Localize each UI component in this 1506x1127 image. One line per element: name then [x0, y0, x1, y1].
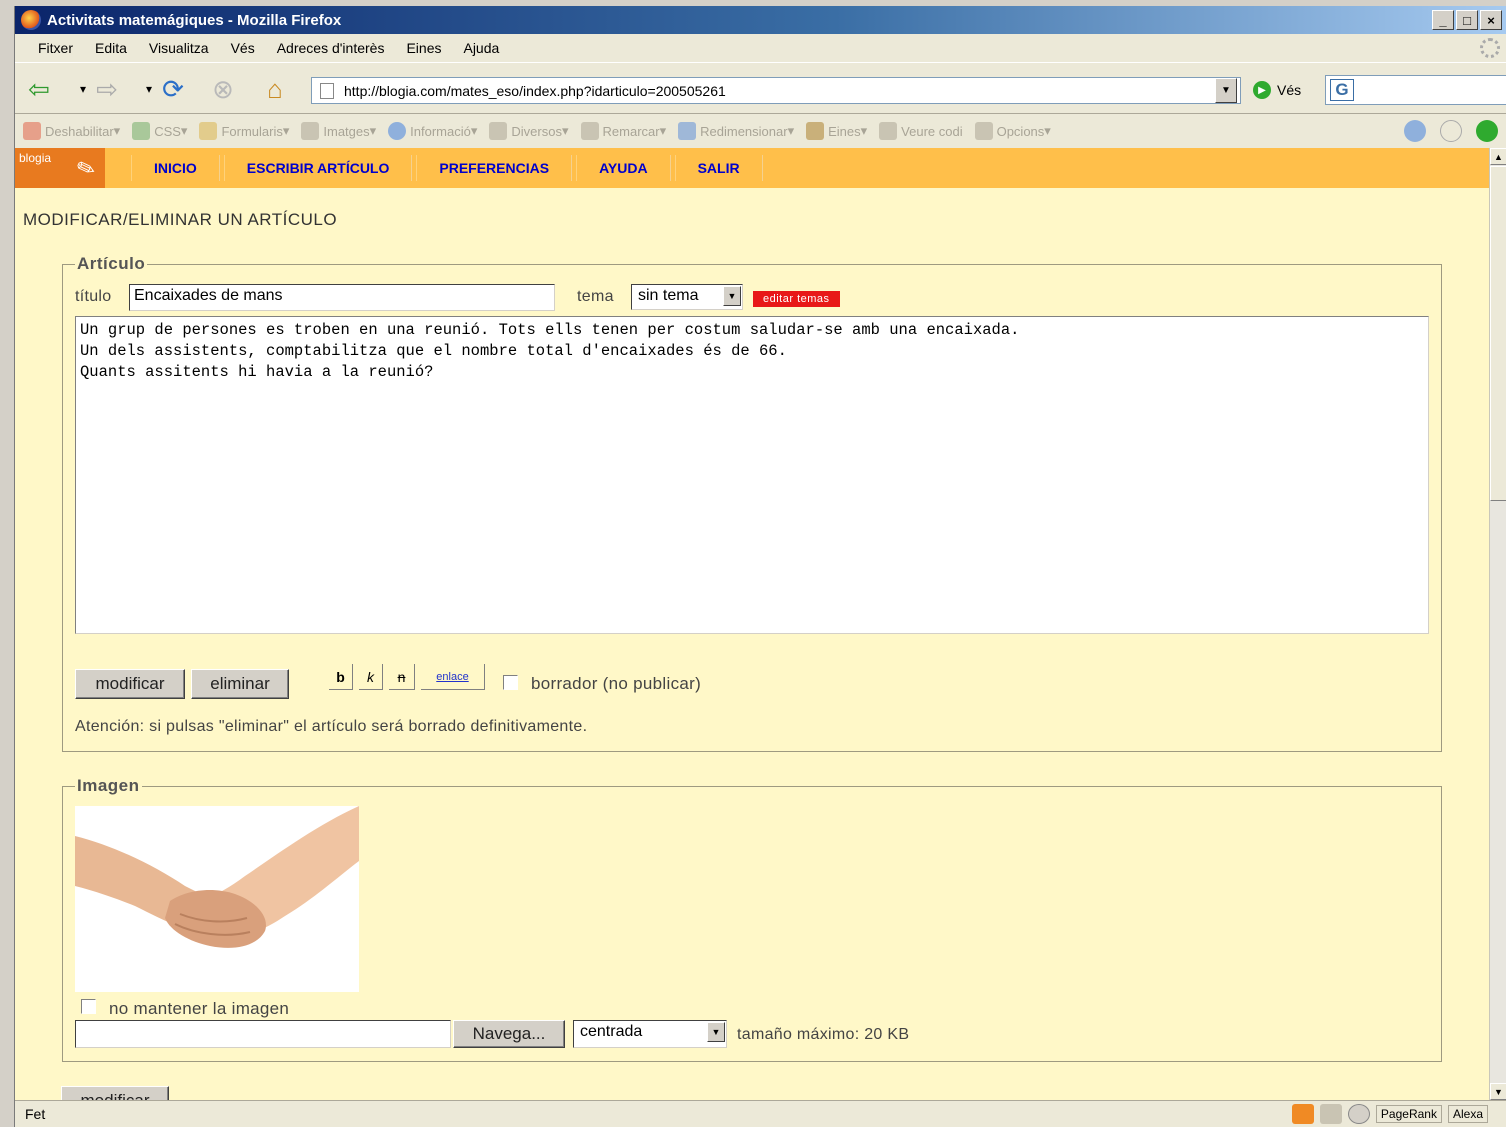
pen-icon: ✎ [73, 153, 99, 184]
browse-button[interactable]: Navega... [453, 1020, 565, 1048]
stop-icon[interactable]: ⊗ [207, 73, 239, 105]
devbar-imatges[interactable]: Imatges ▾ [301, 122, 376, 140]
alexa-badge[interactable]: Alexa [1447, 1105, 1488, 1123]
draft-checkbox[interactable] [503, 675, 518, 690]
google-search-field[interactable]: G [1325, 75, 1506, 105]
validate-icon[interactable] [1404, 120, 1426, 142]
strike-button[interactable]: n [389, 664, 415, 690]
go-label: Vés [1277, 82, 1302, 98]
menu-ajuda[interactable]: Ajuda [452, 40, 510, 56]
browser-window: Activitats matemágiques - Mozilla Firefo… [14, 6, 1506, 1127]
extension-icon[interactable] [1319, 1104, 1342, 1124]
window-title: Activitats matemágiques - Mozilla Firefo… [47, 11, 342, 29]
scroll-down-icon[interactable]: ▼ [1490, 1083, 1506, 1100]
page-content: blogia ✎ INICIO ESCRIBIR ARTÍCULO PREFER… [15, 148, 1489, 1100]
nav-salir[interactable]: SALIR [674, 155, 763, 181]
window-controls: _ □ × [1432, 10, 1502, 30]
page-title: MODIFICAR/ELIMINAR UN ARTÍCULO [23, 210, 338, 229]
ok-icon[interactable] [1476, 120, 1498, 142]
menu-visualitza[interactable]: Visualitza [138, 40, 220, 56]
max-size-label: tamaño máximo: 20 KB [737, 1026, 910, 1043]
modify-button[interactable]: modificar [75, 669, 185, 699]
menu-bar: Fitxer Edita Visualitza Vés Adreces d'in… [15, 34, 1506, 62]
nav-inicio[interactable]: INICIO [131, 155, 220, 181]
link-button[interactable]: enlace [421, 664, 485, 690]
blogia-logo[interactable]: blogia ✎ [15, 148, 105, 188]
menu-edita[interactable]: Edita [84, 40, 138, 56]
google-icon: G [1330, 79, 1354, 101]
pagerank-badge[interactable]: PageRank [1375, 1105, 1442, 1123]
menu-adreces[interactable]: Adreces d'interès [266, 40, 396, 56]
keep-image-checkbox[interactable] [81, 999, 96, 1014]
forward-icon[interactable]: ⇨ [91, 73, 123, 105]
devbar-redimensionar[interactable]: Redimensionar ▾ [678, 122, 794, 140]
devbar-status-icons [1404, 120, 1498, 142]
nav-ayuda[interactable]: AYUDA [576, 155, 671, 181]
menu-eines[interactable]: Eines [395, 40, 452, 56]
scroll-up-icon[interactable]: ▲ [1490, 148, 1506, 165]
delete-button[interactable]: eliminar [191, 669, 289, 699]
back-icon[interactable]: ⇦ [23, 73, 55, 105]
url-dropdown-icon[interactable]: ▼ [1215, 78, 1237, 103]
tema-label: tema [577, 288, 614, 305]
throbber-icon [1480, 38, 1500, 58]
status-icons: PageRank Alexa [1291, 1104, 1488, 1124]
menu-ves[interactable]: Vés [220, 40, 266, 56]
devbar-veure-codi[interactable]: Veure codi [879, 122, 963, 140]
article-legend: Artículo [77, 254, 146, 273]
menu-fitxer[interactable]: Fitxer [27, 40, 84, 56]
bold-button[interactable]: b [329, 664, 353, 690]
devbar-remarcar[interactable]: Remarcar ▾ [580, 122, 666, 140]
status-bar: Fet PageRank Alexa [15, 1100, 1506, 1127]
keep-image-label: no mantener la imagen [109, 999, 290, 1018]
info-icon[interactable] [1440, 120, 1462, 142]
devbar-diversos[interactable]: Diversos ▾ [489, 122, 569, 140]
scroll-thumb[interactable] [1490, 166, 1506, 501]
nav-escribir-articulo[interactable]: ESCRIBIR ARTÍCULO [223, 155, 413, 181]
navigation-toolbar: ⇦ ▾ ⇨ ▾ ⟳ ⊗ ⌂ http://blogia.com/mates_es… [15, 62, 1506, 114]
page-icon [320, 82, 334, 99]
devbar-deshabilitar[interactable]: Deshabilitar ▾ [23, 122, 120, 140]
at-icon[interactable] [1347, 1104, 1370, 1124]
edit-temas-button[interactable]: editar temas [753, 291, 840, 307]
image-file-input[interactable] [75, 1020, 451, 1048]
delete-warning: Atención: si pulsas "eliminar" el artícu… [75, 718, 588, 735]
firefox-icon [21, 10, 41, 30]
minimize-button[interactable]: _ [1432, 10, 1454, 30]
nav-preferencias[interactable]: PREFERENCIAS [416, 155, 573, 181]
url-field[interactable]: http://blogia.com/mates_eso/index.php?id… [311, 77, 1241, 104]
go-button[interactable]: ▶ Vés [1253, 81, 1301, 99]
dropdown-arrow-icon: ▼ [707, 1022, 725, 1042]
dropdown-arrow-icon: ▼ [723, 286, 741, 306]
url-text: http://blogia.com/mates_eso/index.php?id… [344, 82, 726, 99]
status-text: Fet [25, 1106, 46, 1122]
rss-icon[interactable] [1291, 1104, 1314, 1124]
tema-select[interactable]: sin tema ▼ [631, 284, 743, 310]
home-icon[interactable]: ⌂ [259, 73, 291, 105]
title-input[interactable]: Encaixades de mans [129, 284, 555, 311]
image-align-select[interactable]: centrada ▼ [573, 1020, 727, 1048]
maximize-button[interactable]: □ [1456, 10, 1478, 30]
draft-label: borrador (no publicar) [531, 674, 702, 693]
align-value: centrada [580, 1023, 643, 1040]
devbar-opcions[interactable]: Opcions ▾ [974, 122, 1051, 140]
bottom-modify-button[interactable]: modificar [61, 1086, 169, 1100]
vertical-scrollbar[interactable]: ▲ ▼ [1489, 148, 1506, 1100]
devbar-informacio[interactable]: Informació ▾ [388, 122, 477, 140]
reload-icon[interactable]: ⟳ [157, 73, 189, 105]
devbar-eines[interactable]: Eines ▾ [806, 122, 867, 140]
italic-button[interactable]: k [359, 664, 383, 690]
handshake-image [75, 806, 359, 992]
go-icon: ▶ [1253, 81, 1271, 99]
title-bar: Activitats matemágiques - Mozilla Firefo… [15, 6, 1506, 34]
close-button[interactable]: × [1480, 10, 1502, 30]
web-developer-toolbar: Deshabilitar ▾ CSS ▾ Formularis ▾ Imatges ▾ … [15, 114, 1506, 148]
tema-value: sin tema [638, 287, 699, 304]
devbar-formularis[interactable]: Formularis ▾ [199, 122, 289, 140]
article-body-textarea[interactable]: Un grup de persones es troben en una reu… [75, 316, 1429, 634]
devbar-css[interactable]: CSS ▾ [132, 122, 187, 140]
title-label: título [75, 288, 112, 305]
image-legend: Imagen [77, 776, 140, 795]
blogia-nav: blogia ✎ INICIO ESCRIBIR ARTÍCULO PREFER… [15, 148, 1489, 188]
